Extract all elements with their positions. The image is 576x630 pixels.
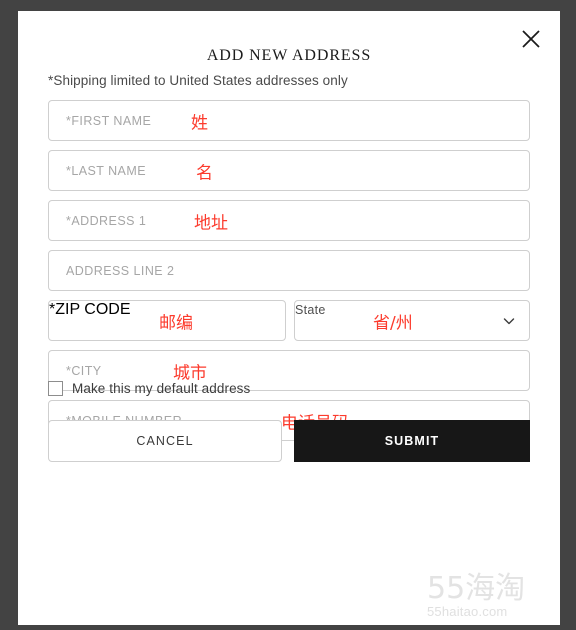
first-name-field[interactable]: *FIRST NAME 姓	[48, 100, 530, 141]
address-form: *FIRST NAME 姓 *LAST NAME 名 *ADDRESS 1 地址…	[48, 100, 530, 450]
default-address-checkbox[interactable]	[48, 381, 63, 396]
default-address-label: Make this my default address	[72, 381, 251, 396]
last-name-field[interactable]: *LAST NAME 名	[48, 150, 530, 191]
screen: Ewo70ubnbateSSTdreNTTornt N si ADD NEW A…	[0, 0, 576, 630]
address-line-1-placeholder: *ADDRESS 1	[66, 213, 147, 228]
cancel-button[interactable]: CANCEL	[48, 420, 282, 462]
zip-code-field[interactable]: *ZIP CODE 邮编	[48, 300, 286, 341]
address-line-1-annotation: 地址	[194, 213, 228, 233]
first-name-annotation: 姓	[191, 113, 208, 133]
zip-code-annotation: 邮编	[159, 313, 193, 333]
address-line-1-field[interactable]: *ADDRESS 1 地址	[48, 200, 530, 241]
chevron-down-icon	[502, 314, 516, 328]
address-line-2-field[interactable]: ADDRESS LINE 2	[48, 250, 530, 291]
state-annotation: 省/州	[373, 313, 413, 333]
watermark-secondary: 55haitao.com	[427, 604, 508, 619]
dialog-subtitle: *Shipping limited to United States addre…	[48, 73, 348, 88]
add-new-address-dialog: ADD NEW ADDRESS *Shipping limited to Uni…	[18, 11, 560, 625]
last-name-annotation: 名	[196, 163, 213, 183]
zip-state-row: *ZIP CODE 邮编 State 省/州	[48, 300, 530, 341]
dialog-actions: CANCEL SUBMIT	[48, 420, 530, 462]
city-annotation: 城市	[173, 363, 207, 383]
city-placeholder: *CITY	[66, 363, 102, 378]
watermark-primary: 55海淘	[427, 571, 526, 606]
state-placeholder: State	[295, 303, 326, 317]
last-name-placeholder: *LAST NAME	[66, 163, 146, 178]
first-name-placeholder: *FIRST NAME	[66, 113, 152, 128]
submit-button[interactable]: SUBMIT	[294, 420, 530, 462]
dialog-title: ADD NEW ADDRESS	[206, 47, 372, 64]
zip-code-placeholder: *ZIP CODE	[49, 301, 131, 318]
address-line-2-placeholder: ADDRESS LINE 2	[66, 263, 175, 278]
watermark: 55海淘 55haitao.com	[427, 571, 557, 620]
default-address-row[interactable]: Make this my default address	[48, 381, 250, 396]
state-select[interactable]: State 省/州	[294, 300, 530, 341]
